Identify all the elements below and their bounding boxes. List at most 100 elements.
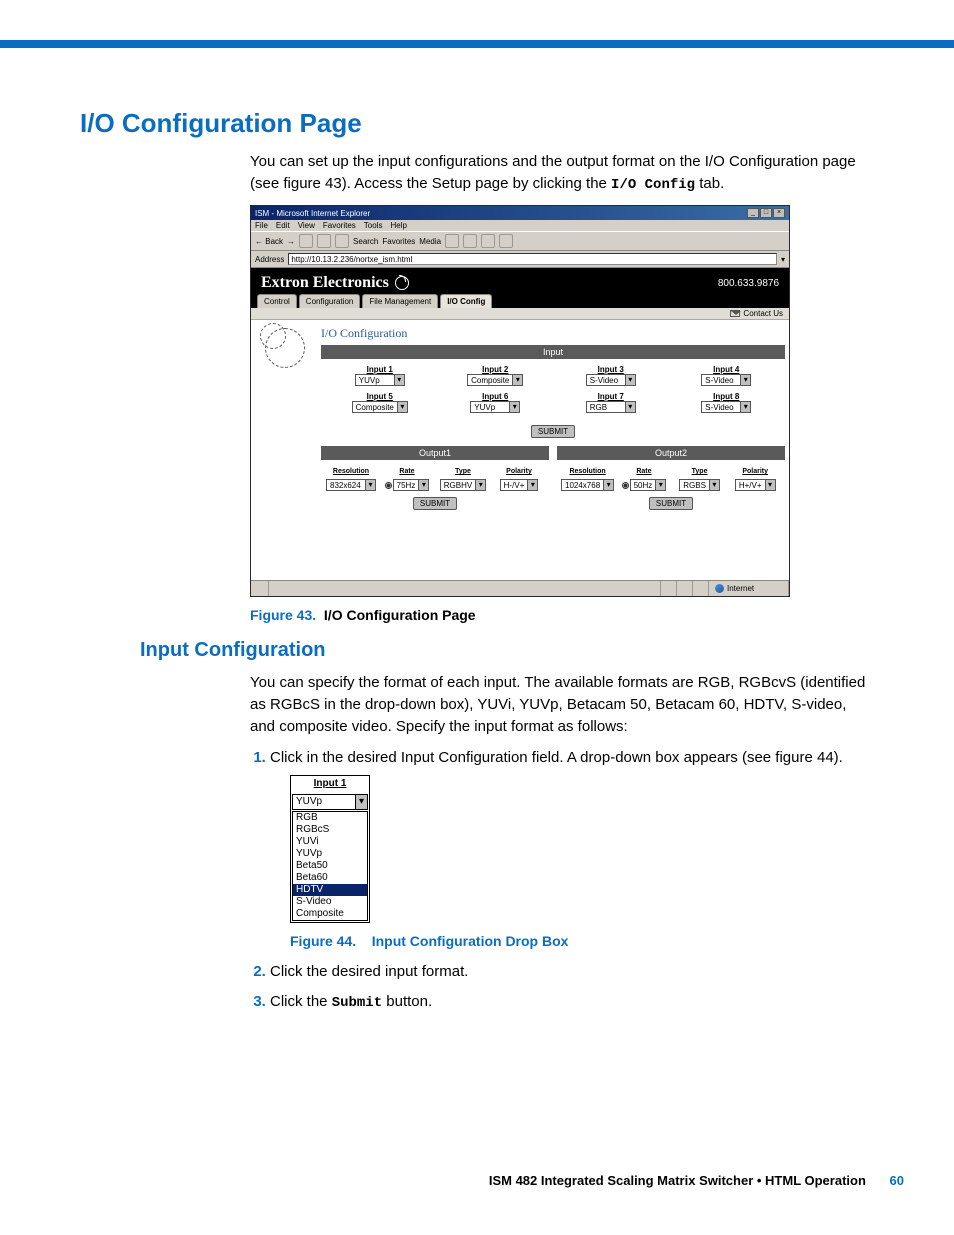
input-3-select[interactable]: S-Video▾ (586, 374, 636, 386)
history-icon[interactable] (445, 234, 459, 248)
output2-block: Output2 Resolution Rate Type Polarity 10… (557, 446, 785, 518)
out1-type-select[interactable]: RGBHV▾ (440, 479, 486, 491)
out2-resolution-select[interactable]: 1024x768▾ (561, 479, 614, 491)
stop-icon[interactable] (299, 234, 313, 248)
chevron-down-icon: ▾ (625, 375, 635, 385)
mail-icon[interactable] (463, 234, 477, 248)
input-8: Input 8S-Video▾ (678, 392, 776, 413)
figure-44-dropdown: Input 1 YUVp ▾ RGB RGBcS YUVi YUVp Beta5… (290, 775, 370, 923)
out-col-rate: Rate (618, 468, 670, 475)
input-5-select[interactable]: Composite▾ (352, 401, 408, 413)
out1-submit-button[interactable]: SUBMIT (413, 497, 457, 510)
fig43-label: Figure 43. (250, 607, 316, 623)
dd-opt-rgb[interactable]: RGB (293, 812, 367, 824)
minimize-button[interactable]: _ (747, 208, 759, 218)
input-7-select[interactable]: RGB▾ (586, 401, 636, 413)
print-icon[interactable] (481, 234, 495, 248)
address-input[interactable]: http://10.13.2.236/nortxe_ism.html (288, 253, 777, 265)
page-footer: ISM 482 Integrated Scaling Matrix Switch… (0, 1173, 954, 1218)
step-1-text: Click in the desired Input Configuration… (270, 749, 843, 766)
contact-link[interactable]: Contact Us (743, 309, 783, 318)
status-left (251, 581, 269, 596)
dd-opt-beta60[interactable]: Beta60 (293, 872, 367, 884)
step-3-b: button. (382, 993, 432, 1010)
chevron-down-icon: ▾ (740, 402, 750, 412)
dd-opt-composite[interactable]: Composite (293, 908, 367, 920)
address-dropdown-icon[interactable]: ▾ (781, 255, 785, 264)
menu-help[interactable]: Help (390, 221, 406, 230)
output1-block: Output1 Resolution Rate Type Polarity 83… (321, 446, 549, 518)
webpage-content: Extron Electronics 800.633.9876 Control … (251, 268, 789, 580)
tab-configuration[interactable]: Configuration (299, 294, 361, 308)
maximize-button[interactable]: □ (760, 208, 772, 218)
output2-header: Output2 (557, 446, 785, 460)
chevron-down-icon: ▾ (740, 375, 750, 385)
brand-swoosh-icon (395, 276, 409, 290)
favorites-button[interactable]: Favorites (382, 237, 415, 246)
intro-paragraph: You can set up the input configurations … (250, 151, 874, 195)
footer-page-number: 60 (890, 1173, 904, 1188)
chevron-down-icon: ▾ (394, 375, 404, 385)
chevron-down-icon: ▾ (355, 795, 367, 810)
out1-rate-select[interactable]: 75Hz▾ (393, 479, 430, 491)
menu-edit[interactable]: Edit (276, 221, 290, 230)
browser-toolbar: ← Back → Search Favorites Media (251, 231, 789, 251)
dd-opt-hdtv[interactable]: HDTV (293, 884, 367, 896)
edit-icon[interactable] (499, 234, 513, 248)
input-2: Input 2Composite▾ (447, 365, 545, 386)
dd-opt-yuvi[interactable]: YUVi (293, 836, 367, 848)
dd-opt-beta50[interactable]: Beta50 (293, 860, 367, 872)
tab-file-management[interactable]: File Management (362, 294, 438, 308)
status-zone: Internet (709, 581, 789, 596)
input-8-select[interactable]: S-Video▾ (701, 401, 751, 413)
output1-header: Output1 (321, 446, 549, 460)
menu-file[interactable]: File (255, 221, 268, 230)
input-6-label: Input 6 (447, 392, 545, 401)
out1-polarity-select[interactable]: H-/V+▾ (500, 479, 539, 491)
search-button[interactable]: Search (353, 237, 378, 246)
out2-polarity-select[interactable]: H+/V+▾ (735, 479, 776, 491)
menu-favorites[interactable]: Favorites (323, 221, 356, 230)
home-icon[interactable] (335, 234, 349, 248)
tab-io-config[interactable]: I/O Config (440, 294, 492, 308)
input-6-select[interactable]: YUVp▾ (470, 401, 520, 413)
input-submit-button[interactable]: SUBMIT (531, 425, 575, 438)
out1-rate-radio[interactable] (385, 482, 392, 489)
out2-submit-button[interactable]: SUBMIT (649, 497, 693, 510)
dd-opt-svideo[interactable]: S-Video (293, 896, 367, 908)
out2-type-select[interactable]: RGBS▾ (679, 479, 720, 491)
status-cell (677, 581, 693, 596)
dd-header: Input 1 (291, 776, 369, 793)
forward-button[interactable]: → (287, 237, 295, 246)
dd-selected-value: YUVp (293, 795, 355, 810)
out2-rate-select[interactable]: 50Hz▾ (630, 479, 667, 491)
close-button[interactable]: × (773, 208, 785, 218)
chevron-down-icon: ▾ (512, 375, 522, 385)
panel-title: I/O Configuration (321, 324, 785, 345)
refresh-icon[interactable] (317, 234, 331, 248)
phone-number: 800.633.9876 (718, 278, 779, 289)
out-col-type: Type (674, 468, 726, 475)
input-4: Input 4S-Video▾ (678, 365, 776, 386)
chevron-down-icon: ▾ (625, 402, 635, 412)
figure-43-screenshot: ISM - Microsoft Internet Explorer _ □ × … (250, 205, 874, 597)
media-button[interactable]: Media (419, 237, 441, 246)
input-4-select[interactable]: S-Video▾ (701, 374, 751, 386)
dd-opt-rgbcs[interactable]: RGBcS (293, 824, 367, 836)
input-1-select[interactable]: YUVp▾ (355, 374, 405, 386)
back-button[interactable]: ← Back (255, 237, 283, 246)
input-7: Input 7RGB▾ (562, 392, 660, 413)
fig44-label: Figure 44. (290, 933, 356, 949)
tab-control[interactable]: Control (257, 294, 297, 308)
out-col-type: Type (437, 468, 489, 475)
out2-rate-radio[interactable] (622, 482, 629, 489)
steps-list: Click in the desired Input Configuration… (250, 747, 874, 1013)
input-2-select[interactable]: Composite▾ (467, 374, 523, 386)
dd-opt-yuvp[interactable]: YUVp (293, 848, 367, 860)
dd-selected-row[interactable]: YUVp ▾ (292, 794, 368, 811)
menu-tools[interactable]: Tools (364, 221, 383, 230)
menu-view[interactable]: View (298, 221, 315, 230)
out1-resolution-select[interactable]: 832x624▾ (326, 479, 376, 491)
contact-strip: Contact Us (251, 308, 789, 320)
page-content: I/O Configuration Page You can set up th… (0, 48, 954, 1013)
